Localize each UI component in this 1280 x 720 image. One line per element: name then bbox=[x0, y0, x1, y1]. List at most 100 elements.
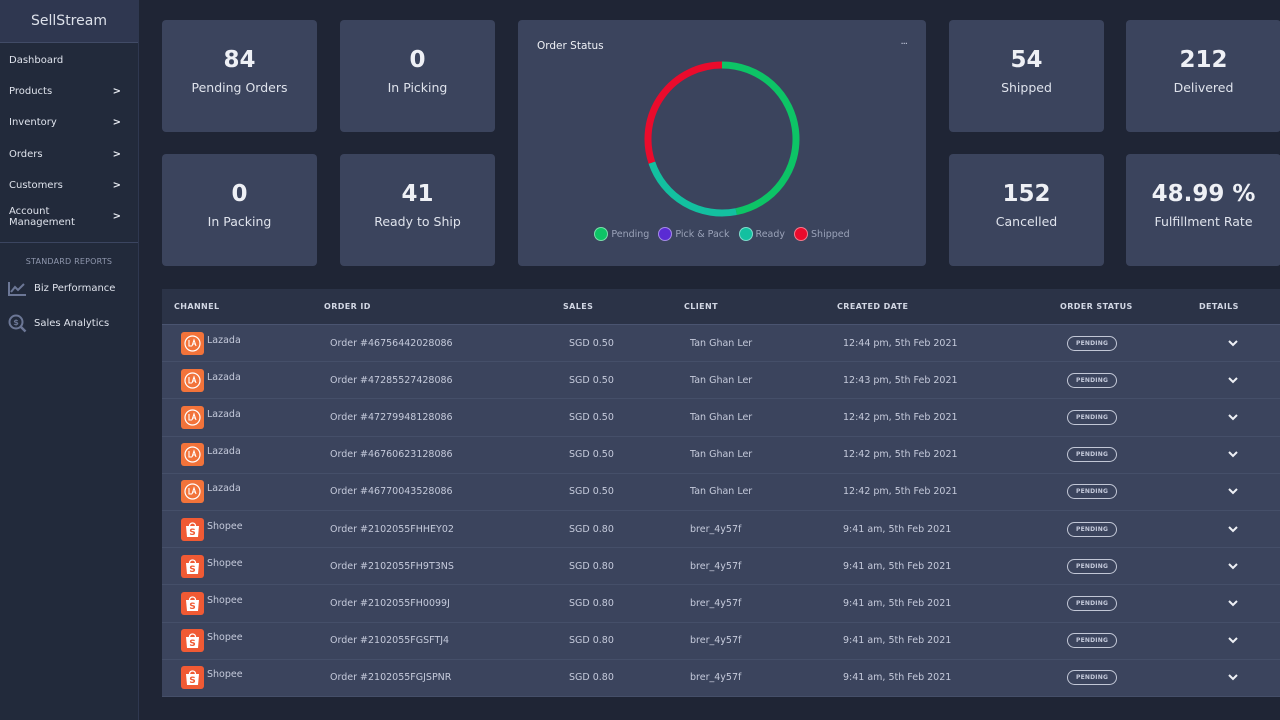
chevron-right-icon: > bbox=[112, 211, 121, 223]
table-row[interactable]: Lazada Order #47285527428086 SGD 0.50 Ta… bbox=[162, 362, 1280, 400]
channel-name: Lazada bbox=[207, 334, 241, 346]
kpi-value: 212 bbox=[1179, 46, 1228, 73]
order-id-cell[interactable]: Order #2102055FGJSPNR bbox=[330, 660, 451, 696]
expand-details-button[interactable] bbox=[1228, 660, 1238, 696]
kpi-card-shipped[interactable]: 54 Shipped bbox=[949, 20, 1104, 132]
expand-details-button[interactable] bbox=[1228, 325, 1238, 361]
sidebar-item-account-management[interactable]: Account Management > bbox=[0, 201, 138, 232]
kpi-label: Shipped bbox=[1001, 80, 1052, 96]
kpi-card-in-picking[interactable]: 0 In Picking bbox=[340, 20, 495, 132]
table-row[interactable]: S Shopee Order #2102055FH9T3NS SGD 0.80 … bbox=[162, 548, 1280, 586]
order-id-cell[interactable]: Order #2102055FH0099J bbox=[330, 585, 450, 621]
kpi-card-pending-orders[interactable]: 84 Pending Orders bbox=[162, 20, 317, 132]
client-cell: brer_4y57f bbox=[690, 597, 742, 609]
column-header-details[interactable]: DETAILS bbox=[1199, 302, 1239, 311]
column-header-channel[interactable]: CHANNEL bbox=[174, 302, 220, 311]
order-id-cell[interactable]: Order #47279948128086 bbox=[330, 399, 453, 435]
expand-details-button[interactable] bbox=[1228, 623, 1238, 659]
table-row[interactable]: S Shopee Order #2102055FGJSPNR SGD 0.80 … bbox=[162, 660, 1280, 697]
shopee-logo-icon: S bbox=[181, 591, 204, 615]
column-header-order-id[interactable]: ORDER ID bbox=[324, 302, 371, 311]
order-status-cell: PENDING bbox=[1067, 623, 1118, 659]
client-cell: brer_4y57f bbox=[690, 560, 742, 572]
column-header-order-status[interactable]: ORDER STATUS bbox=[1060, 302, 1133, 311]
sidebar-divider bbox=[0, 242, 138, 244]
order-id-cell[interactable]: Order #2102055FH9T3NS bbox=[330, 548, 454, 584]
created-date-cell: 9:41 am, 5th Feb 2021 bbox=[843, 597, 952, 609]
legend-item-shipped[interactable]: Shipped bbox=[794, 227, 850, 241]
sales-cell: SGD 0.80 bbox=[569, 597, 614, 609]
line-chart-icon bbox=[8, 282, 26, 297]
sidebar-item-customers[interactable]: Customers > bbox=[0, 170, 138, 201]
legend-item-pick-and-pack[interactable]: Pick & Pack bbox=[658, 227, 730, 241]
table-row[interactable]: S Shopee Order #2102055FGSFTJ4 SGD 0.80 … bbox=[162, 623, 1280, 660]
table-row[interactable]: Lazada Order #46756442028086 SGD 0.50 Ta… bbox=[162, 325, 1280, 363]
column-header-sales[interactable]: SALES bbox=[563, 302, 593, 311]
sidebar-item-label: Dashboard bbox=[9, 55, 64, 67]
svg-text:S: S bbox=[189, 528, 195, 538]
table-row[interactable]: Lazada Order #46770043528086 SGD 0.50 Ta… bbox=[162, 474, 1280, 511]
sidebar-item-orders[interactable]: Orders > bbox=[0, 139, 138, 170]
brand-logo[interactable]: SellStream bbox=[0, 0, 138, 43]
channel-name: Shopee bbox=[207, 520, 243, 532]
chevron-down-icon bbox=[1228, 525, 1238, 532]
sidebar-item-products[interactable]: Products > bbox=[0, 76, 138, 107]
created-date-cell: 9:41 am, 5th Feb 2021 bbox=[843, 560, 952, 572]
sidebar-item-label: Orders bbox=[9, 148, 43, 160]
expand-details-button[interactable] bbox=[1228, 362, 1238, 398]
expand-details-button[interactable] bbox=[1228, 585, 1238, 621]
kpi-value: 152 bbox=[1002, 180, 1051, 207]
order-id-cell[interactable]: Order #2102055FGSFTJ4 bbox=[330, 623, 449, 659]
sidebar-item-inventory[interactable]: Inventory > bbox=[0, 107, 138, 138]
sidebar-report-biz-performance[interactable]: Biz Performance bbox=[0, 271, 138, 306]
order-status-cell: PENDING bbox=[1067, 399, 1118, 435]
status-badge: PENDING bbox=[1067, 521, 1118, 537]
table-row[interactable]: Lazada Order #47279948128086 SGD 0.50 Ta… bbox=[162, 399, 1280, 437]
column-header-client[interactable]: CLIENT bbox=[684, 302, 718, 311]
order-id-cell[interactable]: Order #47285527428086 bbox=[330, 362, 453, 398]
column-header-created-date[interactable]: CREATED DATE bbox=[837, 302, 908, 311]
expand-details-button[interactable] bbox=[1228, 437, 1238, 473]
table-row[interactable]: S Shopee Order #2102055FH0099J SGD 0.80 … bbox=[162, 585, 1280, 623]
shopee-logo-icon: S bbox=[181, 629, 204, 653]
kpi-card-fulfillment-rate[interactable]: 48.99 % Fulfillment Rate bbox=[1126, 154, 1280, 266]
created-date-cell: 12:42 pm, 5th Feb 2021 bbox=[843, 411, 958, 423]
channel-name: Lazada bbox=[207, 371, 241, 383]
donut-slice-pending[interactable] bbox=[721, 61, 800, 216]
order-id-cell[interactable]: Order #46760623128086 bbox=[330, 437, 453, 473]
created-date-cell: 12:42 pm, 5th Feb 2021 bbox=[843, 486, 958, 498]
expand-details-button[interactable] bbox=[1228, 399, 1238, 435]
sidebar-report-label: Biz Performance bbox=[34, 283, 116, 295]
kpi-card-cancelled[interactable]: 152 Cancelled bbox=[949, 154, 1104, 266]
status-badge: PENDING bbox=[1067, 372, 1118, 388]
expand-details-button[interactable] bbox=[1228, 548, 1238, 584]
shopee-logo-icon: S bbox=[181, 666, 204, 690]
expand-details-button[interactable] bbox=[1228, 474, 1238, 510]
channel-cell: S Shopee bbox=[181, 585, 243, 621]
table-row[interactable]: S Shopee Order #2102055FHHEY02 SGD 0.80 … bbox=[162, 511, 1280, 549]
donut-slice-shipped[interactable] bbox=[644, 61, 723, 164]
legend-item-ready[interactable]: Ready bbox=[738, 227, 785, 241]
sidebar-report-sales-analytics[interactable]: $ Sales Analytics bbox=[0, 306, 138, 341]
expand-details-button[interactable] bbox=[1228, 511, 1238, 547]
lazada-logo-icon bbox=[181, 443, 204, 467]
order-id-cell[interactable]: Order #46756442028086 bbox=[330, 325, 453, 361]
table-row[interactable]: Lazada Order #46760623128086 SGD 0.50 Ta… bbox=[162, 437, 1280, 474]
channel-name: Shopee bbox=[207, 557, 243, 569]
order-id-cell[interactable]: Order #46770043528086 bbox=[330, 474, 453, 510]
client-cell: brer_4y57f bbox=[690, 672, 742, 684]
kpi-card-ready-to-ship[interactable]: 41 Ready to Ship bbox=[340, 154, 495, 266]
shopee-logo-icon: S bbox=[181, 554, 204, 578]
kpi-card-delivered[interactable]: 212 Delivered bbox=[1126, 20, 1280, 132]
sales-cell: SGD 0.50 bbox=[569, 486, 614, 498]
sidebar-item-dashboard[interactable]: Dashboard bbox=[0, 45, 138, 76]
more-options-icon[interactable]: ... bbox=[900, 36, 907, 47]
status-badge: PENDING bbox=[1067, 595, 1118, 611]
chevron-down-icon bbox=[1228, 563, 1238, 570]
order-id-cell[interactable]: Order #2102055FHHEY02 bbox=[330, 511, 454, 547]
svg-text:$: $ bbox=[13, 318, 19, 327]
channel-cell: S Shopee bbox=[181, 623, 243, 659]
donut-slice-ready[interactable] bbox=[648, 161, 737, 217]
kpi-card-in-packing[interactable]: 0 In Packing bbox=[162, 154, 317, 266]
legend-item-pending[interactable]: Pending bbox=[594, 227, 649, 241]
